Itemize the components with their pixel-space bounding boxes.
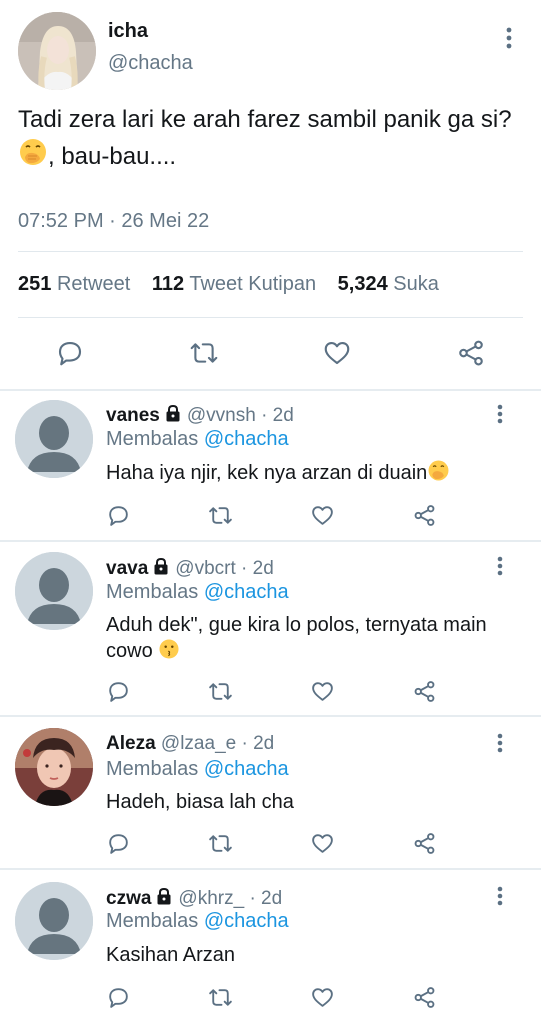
reply-icon[interactable] [106,985,131,1010]
replying-label: Membalas [106,910,199,932]
avatar[interactable] [15,552,93,630]
reply-icon[interactable] [106,831,131,856]
reply-text: Kasihan Arzan [106,943,506,968]
tweet-stats: 251 Retweet 112 Tweet Kutipan 5,324 Suka [18,273,439,296]
replying-to: Membalas @chacha [106,428,289,451]
share-icon[interactable] [412,679,437,704]
retweet-icon[interactable] [207,985,234,1010]
avatar[interactable] [15,728,93,806]
share-icon[interactable] [456,338,486,368]
user-handle[interactable]: @vbcrt [175,558,235,579]
retweet-icon[interactable] [188,338,220,368]
like-count[interactable]: 5,324 [338,273,388,295]
reply-icon[interactable] [55,338,85,368]
kissing-face-emoji-icon [159,639,179,659]
mention-link[interactable]: @chacha [204,758,289,780]
mention-link[interactable]: @chacha [204,428,289,450]
reply-text: Haha iya njir, kek nya arzan di duain [106,459,506,486]
replying-label: Membalas [106,581,199,603]
display-name[interactable]: vava [106,558,148,579]
display-name[interactable]: icha [108,20,148,43]
replying-label: Membalas [106,758,199,780]
hand-over-mouth-emoji-icon [20,139,46,165]
tweet-text-body: Tadi zera lari ke arah farez sambil pani… [18,106,512,133]
retweet-icon[interactable] [207,679,234,704]
replying-to: Membalas @chacha [106,581,289,604]
reply-icon[interactable] [106,679,131,704]
reply-tweet[interactable]: vava @vbcrt · 2d Membalas @chacha Aduh de… [0,542,541,715]
reply-header: Aleza @lzaa_e · 2d [106,733,274,755]
tweet-text: Tadi zera lari ke arah farez sambil pani… [18,102,523,174]
retweet-icon[interactable] [207,831,234,856]
like-icon[interactable] [310,985,335,1010]
reply-header: czwa @khrz_ · 2d [106,886,282,910]
mention-link[interactable]: @chacha [204,910,289,932]
hand-over-mouth-emoji-icon [428,460,449,481]
display-name[interactable]: Aleza [106,733,156,754]
reply-header: vanes @vvnsh · 2d [106,403,294,427]
lock-icon [166,404,180,422]
more-icon[interactable] [498,24,520,52]
default-avatar-icon [15,552,93,630]
quote-label[interactable]: Tweet Kutipan [189,273,316,295]
reply-header: vava @vbcrt · 2d [106,556,274,580]
display-name[interactable]: czwa [106,888,151,909]
replying-to: Membalas @chacha [106,758,289,781]
user-handle[interactable]: @chacha [108,52,193,75]
more-icon[interactable] [492,402,508,426]
like-icon[interactable] [322,338,352,368]
reply-text-body: Kasihan Arzan [106,944,235,966]
more-icon[interactable] [492,554,508,578]
more-icon[interactable] [492,884,508,908]
reply-time[interactable]: · 2d [241,558,274,579]
reply-text: Aduh dek", gue kira lo polos, ternyata m… [106,613,516,664]
avatar-photo [15,728,93,806]
lock-icon [154,557,168,575]
like-icon[interactable] [310,831,335,856]
retweet-label[interactable]: Retweet [57,273,130,295]
reply-time[interactable]: · 2d [261,405,294,426]
reply-tweet[interactable]: czwa @khrz_ · 2d Membalas @chacha Kasihan… [0,870,541,1024]
reply-time[interactable]: · 2d [249,888,282,909]
like-icon[interactable] [310,679,335,704]
retweet-count[interactable]: 251 [18,273,51,295]
default-avatar-icon [15,882,93,960]
reply-tweet[interactable]: Aleza @lzaa_e · 2d Membalas @chacha Hade… [0,717,541,868]
retweet-icon[interactable] [207,503,234,528]
tweet-text-tail: , bau-bau.... [48,143,177,170]
like-icon[interactable] [310,503,335,528]
display-name[interactable]: vanes [106,405,160,426]
replying-to: Membalas @chacha [106,910,289,933]
default-avatar-icon [15,400,93,478]
tweet-timestamp[interactable]: 07:52 PM · 26 Mei 22 [18,210,209,233]
mention-link[interactable]: @chacha [204,581,289,603]
lock-icon [157,887,171,905]
avatar[interactable] [15,882,93,960]
avatar-photo [18,12,96,90]
reply-time[interactable]: · 2d [241,733,274,754]
divider [18,251,523,252]
avatar[interactable] [15,400,93,478]
tweet-actions [0,336,541,372]
user-handle[interactable]: @khrz_ [178,888,244,909]
like-label[interactable]: Suka [393,273,439,295]
share-icon[interactable] [412,503,437,528]
quote-count[interactable]: 112 [152,273,184,295]
reply-text: Hadeh, biasa lah cha [106,790,506,815]
replying-label: Membalas [106,428,199,450]
user-handle[interactable]: @vvnsh [187,405,256,426]
reply-tweet[interactable]: vanes @vvnsh · 2d Membalas @chacha Haha i… [0,390,541,540]
reply-text-body: Hadeh, biasa lah cha [106,791,294,813]
share-icon[interactable] [412,985,437,1010]
avatar[interactable] [18,12,96,90]
share-icon[interactable] [412,831,437,856]
reply-icon[interactable] [106,503,131,528]
reply-text-body: Haha iya njir, kek nya arzan di duain [106,462,428,484]
more-icon[interactable] [492,731,508,755]
divider [18,317,523,318]
user-handle[interactable]: @lzaa_e [161,733,236,754]
